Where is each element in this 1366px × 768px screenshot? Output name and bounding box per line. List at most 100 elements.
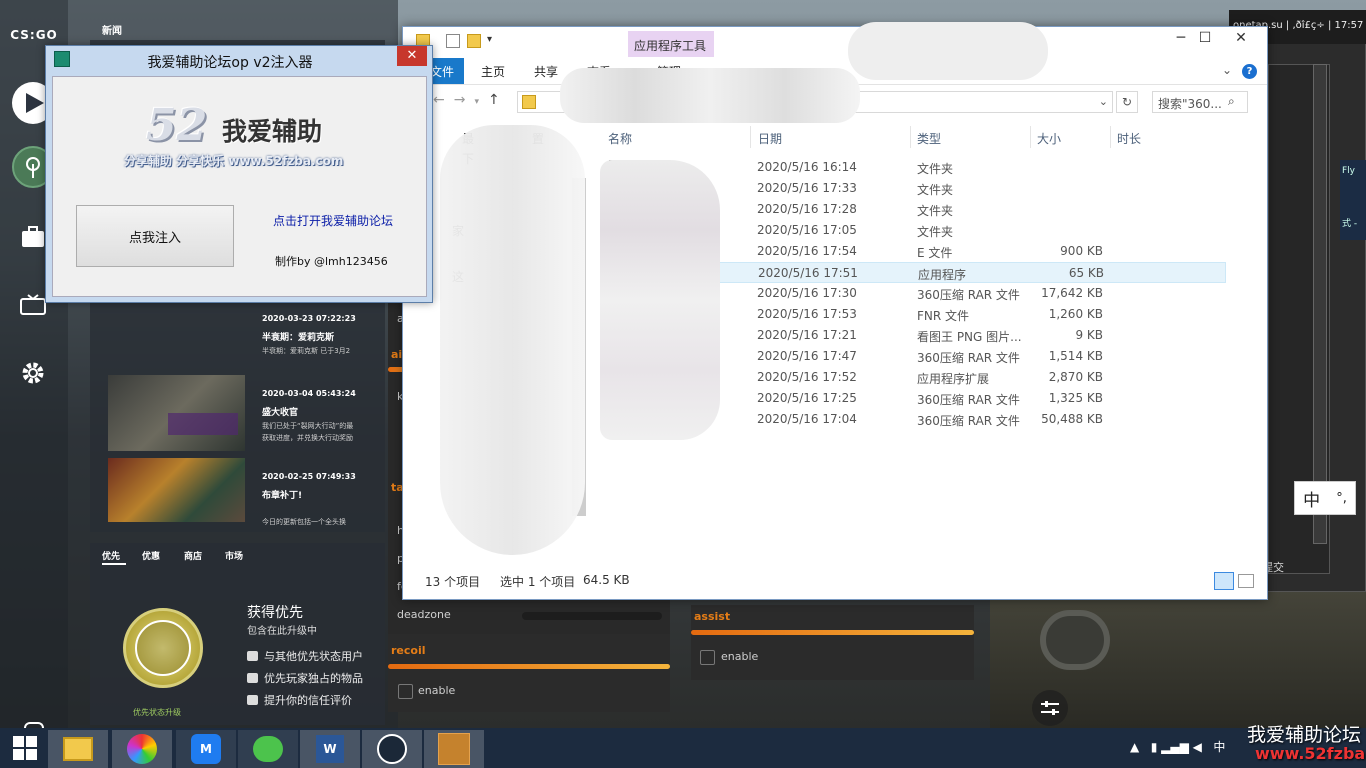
ime-toolbar[interactable]: 中 °, — [1294, 481, 1356, 515]
file-size: 2,870 KB — [1048, 370, 1103, 384]
inject-button[interactable]: 点我注入 — [76, 205, 234, 267]
privacy-blur — [560, 68, 860, 123]
news-item[interactable]: 2020-02-25 07:49:33 布章补丁! 今日的更新包括一个全头换 — [108, 458, 388, 536]
play-icon — [26, 93, 44, 113]
csgo-icon — [438, 733, 470, 765]
file-date: 2020/5/16 16:14 — [757, 160, 857, 174]
battery-icon: ▮ — [1150, 740, 1158, 754]
tab-home[interactable]: 主页 — [481, 63, 505, 80]
prime-badge-inner — [135, 620, 191, 676]
wechat-icon — [253, 736, 283, 762]
overlay-scrollbar[interactable] — [1313, 64, 1327, 544]
file-type: 文件夹 — [917, 162, 954, 176]
refresh-button[interactable]: ↻ — [1116, 91, 1138, 113]
news-title: 盛大收官 — [262, 408, 299, 418]
taskbar-steam[interactable] — [362, 730, 422, 768]
file-type: 文件夹 — [917, 225, 954, 239]
close-button[interactable]: ✕ — [1226, 30, 1256, 48]
prime-subtitle: 包含在此升级中 — [247, 626, 317, 637]
ribbon-expand-icon[interactable]: ⌄ — [1222, 63, 1232, 77]
nav-arrows[interactable]: ←→▾↑ — [433, 92, 509, 108]
word-icon: W — [316, 735, 344, 763]
submit-button[interactable]: 提交 — [1262, 556, 1312, 576]
file-type: 360压缩 RAR 文件 — [917, 351, 1020, 365]
column-size[interactable]: 大小 — [1037, 130, 1061, 147]
properties-icon[interactable] — [446, 34, 460, 48]
column-duration[interactable]: 时长 — [1117, 130, 1141, 147]
file-date: 2020/5/16 17:04 — [757, 412, 857, 426]
item-icon — [247, 673, 258, 683]
news-desc: 我们已处于“裂网大行动”的最 获取进度，并兑换大行动奖励 — [262, 422, 354, 442]
tab-market[interactable]: 市场 — [225, 549, 243, 562]
file-date: 2020/5/16 17:21 — [757, 328, 857, 342]
file-date: 2020/5/16 17:28 — [757, 202, 857, 216]
file-type: 360压缩 RAR 文件 — [917, 393, 1020, 407]
recoil-enable-label: enable — [418, 684, 456, 697]
help-icon[interactable]: ? — [1242, 64, 1257, 79]
column-type[interactable]: 类型 — [917, 130, 941, 147]
address-dropdown-icon[interactable]: ⌄ — [1099, 95, 1108, 108]
prime-upgrade-button[interactable]: 优先状态升级 — [133, 707, 181, 718]
news-title: 布章补丁! — [262, 491, 303, 501]
column-separator[interactable] — [1030, 126, 1031, 148]
column-separator[interactable] — [1110, 126, 1111, 148]
recoil-enable-checkbox[interactable] — [398, 684, 413, 699]
news-item[interactable]: 2020-03-04 05:43:24 盛大收官 我们已处于“裂网大行动”的最 … — [108, 375, 388, 453]
forum-link[interactable]: 点击打开我爱辅助论坛 — [273, 212, 393, 229]
column-separator[interactable] — [910, 126, 911, 148]
file-date: 2020/5/16 17:54 — [757, 244, 857, 258]
file-type: 看图王 PNG 图片... — [917, 330, 1022, 344]
taskbar-360-browser[interactable] — [112, 730, 172, 768]
system-tray[interactable]: ▲ ▮ ▂▄▆ ◀ 中 — [1130, 738, 1225, 755]
settings-button[interactable] — [12, 352, 54, 394]
search-icon: ⌕ — [1228, 94, 1235, 108]
tab-store[interactable]: 商店 — [184, 549, 202, 562]
quick-access-dropdown-icon[interactable]: ▾ — [487, 34, 492, 45]
file-date: 2020/5/16 17:33 — [757, 181, 857, 195]
file-date: 2020/5/16 17:25 — [757, 391, 857, 405]
recoil-bar — [388, 664, 670, 669]
new-folder-icon[interactable] — [467, 34, 481, 48]
news-desc: 半衰期：爱莉克斯 已于3月2 — [262, 347, 351, 355]
privacy-blur — [600, 160, 720, 440]
prime-title: 获得优先 — [247, 605, 303, 621]
status-bar: 13 个项目 选中 1 个项目 64.5 KB — [403, 570, 1267, 592]
column-name[interactable]: 名称 — [608, 130, 632, 147]
ime-indicator: 中 — [1213, 740, 1226, 754]
news-thumbnail — [108, 458, 245, 522]
taskbar-file-explorer[interactable] — [48, 730, 108, 768]
csgo-logo[interactable]: CS:GO — [8, 28, 60, 42]
tab-offers[interactable]: 优惠 — [142, 549, 160, 562]
taskbar-lanxin[interactable]: M — [176, 730, 236, 768]
news-thumbnail — [108, 375, 245, 451]
file-type: 应用程序扩展 — [917, 372, 990, 386]
tv-icon — [20, 294, 46, 315]
taskbar-wechat[interactable] — [238, 730, 298, 768]
ime-punct-mode[interactable]: °, — [1336, 491, 1347, 506]
column-separator[interactable] — [750, 126, 751, 148]
file-size: 9 KB — [1075, 328, 1103, 342]
folder-icon — [522, 95, 536, 109]
sliders-icon[interactable] — [1032, 690, 1068, 726]
ime-chinese-mode[interactable]: 中 — [1303, 486, 1320, 511]
close-button[interactable]: ✕ — [397, 46, 427, 66]
file-size: 1,260 KB — [1048, 307, 1103, 321]
taskbar-csgo[interactable] — [424, 730, 484, 768]
file-type: 文件夹 — [917, 183, 954, 197]
lanxin-icon: M — [191, 734, 221, 764]
tab-share[interactable]: 共享 — [534, 63, 558, 80]
maximize-button[interactable]: ☐ — [1190, 30, 1220, 48]
details-view-button[interactable] — [1214, 572, 1234, 590]
start-button[interactable] — [0, 728, 50, 768]
column-date[interactable]: 日期 — [758, 130, 782, 147]
taskbar-word[interactable]: W — [300, 730, 360, 768]
tab-prime[interactable]: 优先 — [102, 549, 120, 562]
prime-benefit: 优先玩家独占的物品 — [247, 670, 363, 686]
large-icons-view-button[interactable] — [1238, 574, 1254, 588]
file-type: 应用程序 — [918, 268, 967, 282]
assist-enable-checkbox[interactable] — [700, 650, 715, 665]
news-item[interactable]: 2020-03-23 07:22:23 半衰期：爱莉克斯 半衰期：爱莉克斯 已于… — [108, 300, 388, 378]
deadzone-slider[interactable] — [522, 612, 662, 620]
file-date: 2020/5/16 17:51 — [758, 266, 858, 280]
file-size: 65 KB — [1068, 266, 1104, 280]
